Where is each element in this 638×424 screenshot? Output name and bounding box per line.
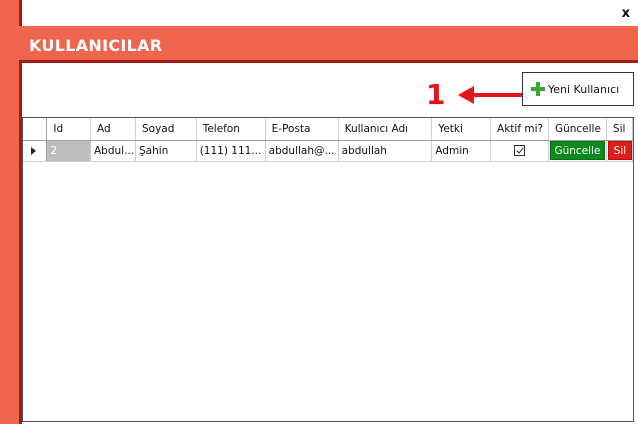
- plus-icon: [531, 82, 545, 96]
- users-table: Id Ad Soyad Telefon E-Posta Kullanıcı Ad…: [23, 118, 634, 162]
- new-user-button[interactable]: Yeni Kullanıcı: [522, 72, 634, 106]
- cell-ad[interactable]: Abdul...: [90, 140, 136, 162]
- cell-aktif[interactable]: [490, 140, 549, 162]
- new-user-button-label: Yeni Kullanıcı: [548, 82, 620, 96]
- users-grid[interactable]: Id Ad Soyad Telefon E-Posta Kullanıcı Ad…: [22, 117, 634, 422]
- page-title: KULLANICILAR: [29, 36, 163, 55]
- aktif-checkbox[interactable]: [513, 145, 525, 156]
- column-header-guncelle[interactable]: Güncelle: [548, 118, 607, 141]
- table-header-row: Id Ad Soyad Telefon E-Posta Kullanıcı Ad…: [23, 118, 634, 141]
- annotation-number: 1: [426, 78, 446, 111]
- column-header-eposta[interactable]: E-Posta: [265, 118, 339, 141]
- table-row[interactable]: 2 Abdul... Şahin (111) 111... abdullah@.…: [23, 140, 634, 162]
- column-header-soyad[interactable]: Soyad: [135, 118, 197, 141]
- close-button[interactable]: x: [622, 6, 630, 21]
- column-header-sil[interactable]: Sil: [606, 118, 634, 141]
- row-header-corner: [23, 118, 48, 141]
- cell-telefon[interactable]: (111) 111...: [196, 140, 266, 162]
- column-header-telefon[interactable]: Telefon: [196, 118, 266, 141]
- page-header: KULLANICILAR: [19, 26, 638, 63]
- cell-id[interactable]: 2: [46, 140, 91, 162]
- delete-button[interactable]: Sil: [607, 141, 632, 160]
- column-header-kullanici-adi[interactable]: Kullanıcı Adı: [338, 118, 433, 141]
- cell-kullanici-adi[interactable]: abdullah: [338, 140, 433, 162]
- left-accent-bar: [0, 0, 19, 424]
- column-header-ad[interactable]: Ad: [90, 118, 136, 141]
- update-button[interactable]: Güncelle: [549, 141, 605, 160]
- cell-sil: Sil: [606, 140, 634, 162]
- annotation-arrow-icon: [458, 86, 526, 104]
- cell-eposta[interactable]: abdullah@...: [265, 140, 339, 162]
- cell-yetki[interactable]: Admin: [431, 140, 492, 162]
- column-header-id[interactable]: Id: [46, 118, 91, 141]
- row-selector[interactable]: [23, 140, 48, 162]
- cell-soyad[interactable]: Şahin: [135, 140, 197, 162]
- column-header-yetki[interactable]: Yetki: [431, 118, 492, 141]
- column-header-aktif[interactable]: Aktif mi?: [490, 118, 549, 141]
- cell-guncelle: Güncelle: [548, 140, 607, 162]
- row-current-arrow-icon: [31, 146, 36, 155]
